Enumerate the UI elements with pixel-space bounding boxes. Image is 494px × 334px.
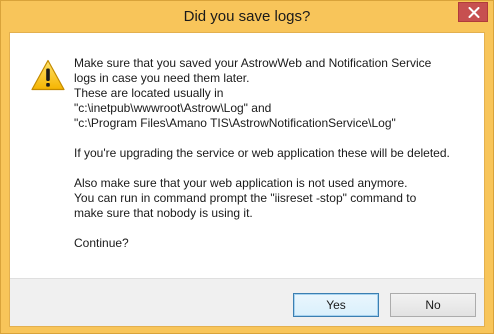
dialog-body: Make sure that you saved your AstrowWeb … <box>9 32 485 327</box>
message-spacer <box>74 131 474 146</box>
message-line: make sure that nobody is using it. <box>74 206 253 220</box>
close-button[interactable] <box>458 2 488 22</box>
message-line: logs in case you need them later. <box>74 71 250 85</box>
close-icon <box>468 7 480 18</box>
message-line: Also make sure that your web application… <box>74 176 408 190</box>
message-line: Make sure that you saved your AstrowWeb … <box>74 56 432 70</box>
no-button[interactable]: No <box>390 293 476 317</box>
message-line: "c:\inetpub\wwwroot\Astrow\Log" and <box>74 101 272 115</box>
window-title: Did you save logs? <box>183 8 311 25</box>
message-area: Make sure that you saved your AstrowWeb … <box>10 33 484 278</box>
dialog-message: Make sure that you saved your AstrowWeb … <box>74 56 474 251</box>
title-bar[interactable]: Did you save logs? <box>1 1 493 33</box>
message-spacer <box>74 161 474 176</box>
message-line: If you're upgrading the service or web a… <box>74 146 450 160</box>
message-line: You can run in command prompt the "iisre… <box>74 191 417 205</box>
message-line: "c:\Program Files\Amano TIS\AstrowNotifi… <box>74 116 396 130</box>
warning-icon <box>31 59 65 91</box>
message-spacer <box>74 221 474 236</box>
message-line: Continue? <box>74 236 129 250</box>
yes-button[interactable]: Yes <box>293 293 379 317</box>
button-bar: Yes No <box>10 278 484 326</box>
message-line: These are located usually in <box>74 86 224 100</box>
dialog-window: Did you save logs? Make sure that you sa… <box>0 0 494 334</box>
